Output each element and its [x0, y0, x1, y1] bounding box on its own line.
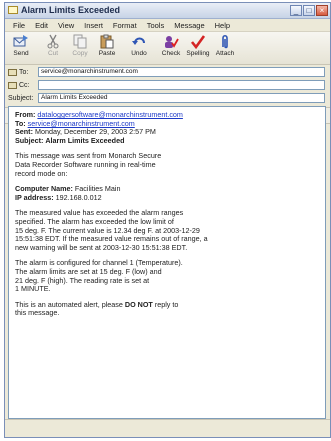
cc-row: Cc:: [5, 79, 330, 91]
intro-paragraph: This message was sent from Monarch Secur…: [15, 151, 162, 178]
status-bar: [5, 419, 330, 437]
paste-button[interactable]: Paste: [95, 34, 119, 57]
subject-line: Subject: Alarm Limits Exceeded: [15, 135, 125, 145]
spelling-button[interactable]: Spelling: [186, 34, 210, 57]
to-field[interactable]: service@monarchinstrument.com: [38, 67, 325, 77]
attach-button[interactable]: Attach: [213, 34, 237, 57]
send-button[interactable]: Send: [9, 34, 33, 57]
undo-icon: [132, 37, 145, 45]
copy-icon: [73, 34, 87, 49]
subject-field[interactable]: Alarm Limits Exceeded: [38, 93, 325, 103]
to-label-group[interactable]: To:: [8, 68, 38, 76]
minimize-button[interactable]: _: [290, 5, 302, 16]
message-body[interactable]: From: dataloggersoftware@monarchinstrume…: [8, 106, 326, 419]
config-paragraph: The alarm is configured for channel 1 (T…: [15, 258, 183, 294]
address-book-icon: [8, 68, 17, 76]
menu-bar: File Edit View Insert Format Tools Messa…: [5, 19, 330, 32]
close-button[interactable]: ×: [316, 5, 328, 16]
cc-label-group[interactable]: Cc:: [8, 81, 38, 89]
check-names-icon: [165, 36, 179, 48]
menu-insert[interactable]: Insert: [79, 21, 108, 30]
subject-label: Subject:: [8, 94, 34, 102]
clipboard-icon: [100, 34, 114, 49]
envelope-icon: [8, 6, 18, 14]
menu-edit[interactable]: Edit: [30, 21, 53, 30]
toolbar: Send Cut Copy Paste Undo Check Spelling …: [5, 32, 330, 65]
copy-button[interactable]: Copy: [68, 34, 92, 57]
maximize-button[interactable]: □: [303, 5, 315, 16]
menu-file[interactable]: File: [8, 21, 30, 30]
menu-format[interactable]: Format: [108, 21, 142, 30]
undo-button[interactable]: Undo: [127, 34, 151, 57]
cut-button[interactable]: Cut: [41, 34, 65, 57]
to-row: To: service@monarchinstrument.com: [5, 66, 330, 78]
check-names-button[interactable]: Check: [159, 34, 183, 57]
title-bar: Alarm Limits Exceeded _ □ ×: [5, 3, 330, 19]
notice-paragraph: This is an automated alert, please DO NO…: [15, 299, 179, 318]
menu-help[interactable]: Help: [210, 21, 235, 30]
spelling-check-icon: [190, 35, 206, 49]
scissors-icon: [47, 34, 59, 49]
menu-view[interactable]: View: [53, 21, 79, 30]
address-book-icon: [8, 81, 17, 89]
menu-tools[interactable]: Tools: [142, 21, 170, 30]
menu-message[interactable]: Message: [169, 21, 209, 30]
computer-info: Computer Name: Facilities Main IP addres…: [15, 184, 121, 202]
compose-window: Alarm Limits Exceeded _ □ × File Edit Vi…: [4, 2, 331, 438]
subject-row: Subject: Alarm Limits Exceeded: [5, 92, 330, 104]
window-title: Alarm Limits Exceeded: [21, 5, 121, 15]
send-icon: [13, 35, 28, 47]
alarm-paragraph: The measured value has exceeded the alar…: [15, 208, 208, 252]
cc-field[interactable]: [38, 80, 325, 90]
paperclip-icon: [222, 34, 228, 49]
